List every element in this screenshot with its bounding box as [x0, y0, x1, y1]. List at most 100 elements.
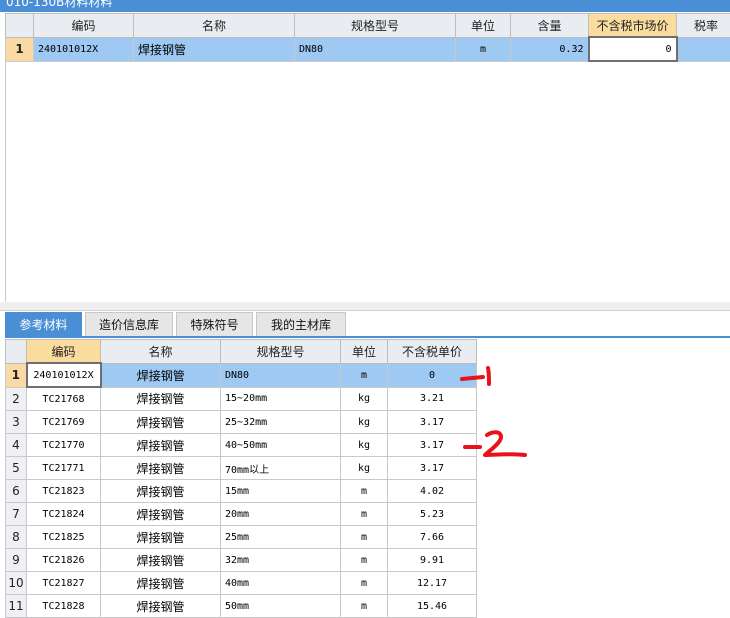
cell-spec[interactable]: 32mm	[221, 549, 341, 572]
table-row[interactable]: 3TC21769焊接钢管25~32mmkg3.17	[6, 411, 477, 434]
column-header-code[interactable]: 编码	[34, 14, 134, 38]
cell-name[interactable]: 焊接钢管	[101, 457, 221, 480]
cell-tax-rate[interactable]	[677, 37, 730, 61]
cell-spec[interactable]: 70mm以上	[221, 457, 341, 480]
table-row[interactable]: 2TC21768焊接钢管15~20mmkg3.21	[6, 387, 477, 411]
column-header-unit[interactable]: 单位	[456, 14, 511, 38]
cell-spec[interactable]: DN80	[295, 37, 456, 61]
cell-code[interactable]: TC21826	[27, 549, 101, 572]
cell-unit[interactable]: kg	[341, 434, 388, 457]
cell-unit[interactable]: kg	[341, 457, 388, 480]
cell-name[interactable]: 焊接钢管	[134, 37, 295, 61]
cell-code[interactable]: TC21769	[27, 411, 101, 434]
column-header-name[interactable]: 名称	[101, 340, 221, 364]
table-row[interactable]: 1240101012X焊接钢管DN80m0	[6, 363, 477, 387]
cell-spec[interactable]: 15mm	[221, 480, 341, 503]
cell-code[interactable]: TC21771	[27, 457, 101, 480]
cell-unit[interactable]: kg	[341, 387, 388, 411]
cell-name[interactable]: 焊接钢管	[101, 572, 221, 595]
horizontal-scrollbar[interactable]	[0, 302, 730, 311]
table-row[interactable]: 11TC21828焊接钢管50mmm15.46	[6, 595, 477, 618]
row-number: 1	[6, 363, 27, 387]
cell-unit[interactable]: m	[456, 37, 511, 61]
column-header-spec[interactable]: 规格型号	[221, 340, 341, 364]
cell-spec[interactable]: 20mm	[221, 503, 341, 526]
cell-code[interactable]: TC21768	[27, 387, 101, 411]
cell-market-price-editor[interactable]: 0	[589, 37, 677, 61]
cell-unit-price[interactable]: 5.23	[388, 503, 477, 526]
row-number: 10	[6, 572, 27, 595]
cell-code[interactable]: TC21824	[27, 503, 101, 526]
row-number: 3	[6, 411, 27, 434]
cell-code[interactable]: TC21828	[27, 595, 101, 618]
cell-spec[interactable]: 40~50mm	[221, 434, 341, 457]
cell-unit[interactable]: m	[341, 480, 388, 503]
cell-spec[interactable]: 50mm	[221, 595, 341, 618]
cell-spec[interactable]: 40mm	[221, 572, 341, 595]
column-header-market-price[interactable]: 不含税市场价	[589, 14, 677, 38]
cell-unit-price[interactable]: 9.91	[388, 549, 477, 572]
column-header-name[interactable]: 名称	[134, 14, 295, 38]
column-header-spec[interactable]: 规格型号	[295, 14, 456, 38]
cell-unit[interactable]: m	[341, 363, 388, 387]
cell-spec[interactable]: 25mm	[221, 526, 341, 549]
reference-material-grid: 编码 名称 规格型号 单位 不含税单价 1240101012X焊接钢管DN80m…	[5, 339, 477, 618]
cell-name[interactable]: 焊接钢管	[101, 503, 221, 526]
row-number: 9	[6, 549, 27, 572]
row-number: 11	[6, 595, 27, 618]
cell-spec[interactable]: 25~32mm	[221, 411, 341, 434]
tab-special-symbols[interactable]: 特殊符号	[176, 312, 253, 336]
table-row[interactable]: 5TC21771焊接钢管70mm以上kg3.17	[6, 457, 477, 480]
cell-name[interactable]: 焊接钢管	[101, 411, 221, 434]
cell-name[interactable]: 焊接钢管	[101, 549, 221, 572]
cell-unit[interactable]: m	[341, 572, 388, 595]
window-title: 010-130B材料材料	[6, 0, 112, 10]
cell-name[interactable]: 焊接钢管	[101, 387, 221, 411]
table-row[interactable]: 1 240101012X 焊接钢管 DN80 m 0.32 0	[6, 37, 730, 61]
cell-code[interactable]: 240101012X	[34, 37, 134, 61]
column-header-qty[interactable]: 含量	[511, 14, 589, 38]
cell-code[interactable]: TC21825	[27, 526, 101, 549]
tab-price-info-library[interactable]: 造价信息库	[85, 312, 173, 336]
cell-spec[interactable]: 15~20mm	[221, 387, 341, 411]
cell-name[interactable]: 焊接钢管	[101, 595, 221, 618]
cell-spec[interactable]: DN80	[221, 363, 341, 387]
cell-unit[interactable]: m	[341, 595, 388, 618]
cell-code[interactable]: TC21827	[27, 572, 101, 595]
row-number: 1	[6, 37, 34, 61]
row-number-header	[6, 14, 34, 38]
row-number: 6	[6, 480, 27, 503]
cell-name[interactable]: 焊接钢管	[101, 526, 221, 549]
tab-reference-materials[interactable]: 参考材料	[5, 312, 82, 336]
column-header-tax-rate[interactable]: 税率	[677, 14, 730, 38]
row-number: 7	[6, 503, 27, 526]
cell-unit-price[interactable]: 3.21	[388, 387, 477, 411]
cell-unit-price[interactable]: 4.02	[388, 480, 477, 503]
table-row[interactable]: 10TC21827焊接钢管40mmm12.17	[6, 572, 477, 595]
table-row[interactable]: 4TC21770焊接钢管40~50mmkg3.17	[6, 434, 477, 457]
column-header-code[interactable]: 编码	[27, 340, 101, 364]
row-number: 2	[6, 387, 27, 411]
table-row[interactable]: 7TC21824焊接钢管20mmm5.23	[6, 503, 477, 526]
table-row[interactable]: 6TC21823焊接钢管15mmm4.02	[6, 480, 477, 503]
column-header-unit[interactable]: 单位	[341, 340, 388, 364]
cell-name[interactable]: 焊接钢管	[101, 480, 221, 503]
cell-unit-price[interactable]: 15.46	[388, 595, 477, 618]
cell-code[interactable]: 240101012X	[27, 363, 101, 387]
cell-code[interactable]: TC21770	[27, 434, 101, 457]
cell-unit[interactable]: m	[341, 526, 388, 549]
cell-unit[interactable]: m	[341, 503, 388, 526]
cell-unit[interactable]: m	[341, 549, 388, 572]
main-material-grid: 编码 名称 规格型号 单位 含量 不含税市场价 税率 1 240101012X …	[5, 13, 730, 62]
cell-unit-price[interactable]: 12.17	[388, 572, 477, 595]
cell-unit[interactable]: kg	[341, 411, 388, 434]
table-row[interactable]: 8TC21825焊接钢管25mmm7.66	[6, 526, 477, 549]
cell-name[interactable]: 焊接钢管	[101, 434, 221, 457]
table-row[interactable]: 9TC21826焊接钢管32mmm9.91	[6, 549, 477, 572]
cell-unit-price[interactable]: 7.66	[388, 526, 477, 549]
cell-name[interactable]: 焊接钢管	[101, 363, 221, 387]
tab-my-main-materials[interactable]: 我的主材库	[256, 312, 346, 336]
annotation-mark-2	[455, 425, 535, 465]
cell-qty[interactable]: 0.32	[511, 37, 589, 61]
cell-code[interactable]: TC21823	[27, 480, 101, 503]
